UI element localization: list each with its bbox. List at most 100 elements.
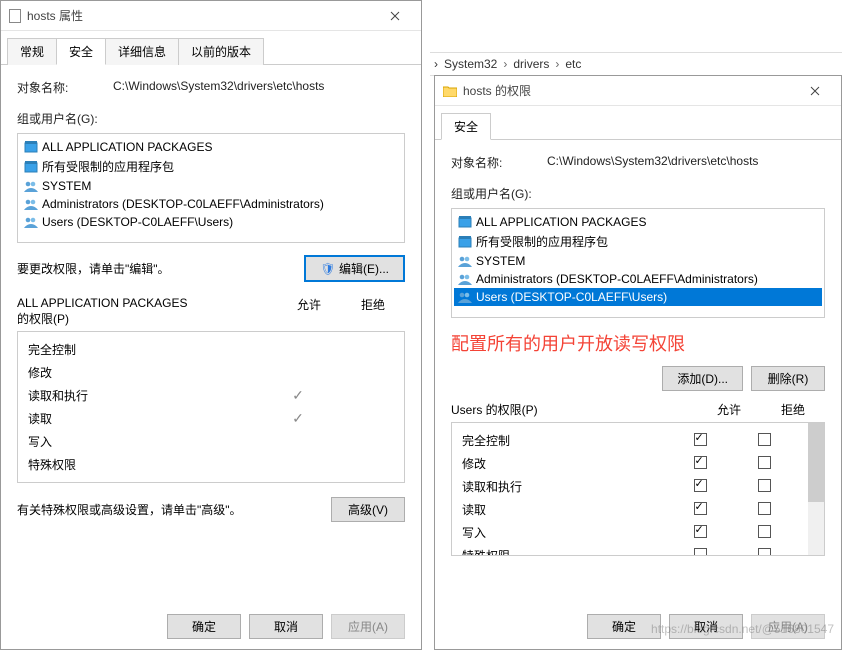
chevron-right-icon: › bbox=[503, 57, 507, 71]
permission-name: 写入 bbox=[28, 433, 266, 450]
column-allow: 允许 bbox=[277, 296, 341, 327]
permissions-dialog: hosts 的权限 安全 对象名称: C:\Windows\System32\d… bbox=[434, 75, 842, 650]
breadcrumb[interactable]: › System32 › drivers › etc bbox=[430, 52, 842, 76]
list-item-label: Administrators (DESKTOP-C0LAEFF\Administ… bbox=[476, 272, 758, 286]
permission-row: 读取 bbox=[452, 498, 806, 521]
close-icon bbox=[810, 86, 820, 96]
object-name-label: 对象名称: bbox=[17, 79, 113, 96]
list-item[interactable]: ALL APPLICATION PACKAGES bbox=[20, 138, 402, 156]
allow-checkbox[interactable] bbox=[694, 525, 707, 538]
list-item[interactable]: Administrators (DESKTOP-C0LAEFF\Administ… bbox=[20, 195, 402, 213]
deny-checkbox[interactable] bbox=[758, 456, 771, 469]
group-users-list[interactable]: ALL APPLICATION PACKAGES 所有受限制的应用程序包 SYSTE… bbox=[451, 208, 825, 318]
file-icon bbox=[9, 9, 21, 23]
cancel-button[interactable]: 取消 bbox=[249, 614, 323, 639]
list-item-label: Users (DESKTOP-C0LAEFF\Users) bbox=[42, 215, 233, 229]
list-item[interactable]: ALL APPLICATION PACKAGES bbox=[454, 213, 822, 231]
dialog-title: hosts 属性 bbox=[27, 7, 83, 24]
tab-previous[interactable]: 以前的版本 bbox=[178, 38, 264, 65]
permissions-subtitle: 的权限(P) bbox=[17, 310, 277, 327]
permission-name: 修改 bbox=[28, 364, 266, 381]
list-item[interactable]: 所有受限制的应用程序包 bbox=[454, 231, 822, 252]
apply-button[interactable]: 应用(A) bbox=[331, 614, 405, 639]
permission-row: 特殊权限 bbox=[452, 544, 806, 556]
object-name-label: 对象名称: bbox=[451, 154, 547, 171]
list-item[interactable]: Administrators (DESKTOP-C0LAEFF\Administ… bbox=[454, 270, 822, 288]
chevron-right-icon: › bbox=[555, 57, 559, 71]
list-item-label: Users (DESKTOP-C0LAEFF\Users) bbox=[476, 290, 667, 304]
permission-row: 读取✓ bbox=[18, 407, 404, 430]
advanced-button[interactable]: 高级(V) bbox=[331, 497, 405, 522]
tab-security[interactable]: 安全 bbox=[441, 113, 491, 140]
column-allow: 允许 bbox=[697, 401, 761, 418]
group-users-list[interactable]: ALL APPLICATION PACKAGES 所有受限制的应用程序包 SYSTE… bbox=[17, 133, 405, 243]
chevron-right-icon: › bbox=[434, 57, 438, 71]
list-item-label: 所有受限制的应用程序包 bbox=[42, 158, 174, 175]
shield-icon: 🛡 bbox=[320, 262, 335, 276]
object-name-value: C:\Windows\System32\drivers\etc\hosts bbox=[113, 79, 405, 96]
deny-checkbox[interactable] bbox=[758, 548, 771, 557]
permission-name: 修改 bbox=[462, 455, 668, 472]
column-deny: 拒绝 bbox=[761, 401, 825, 418]
edit-hint: 要更改权限，请单击"编辑"。 bbox=[17, 260, 170, 277]
ok-button[interactable]: 确定 bbox=[587, 614, 661, 639]
cancel-button[interactable]: 取消 bbox=[669, 614, 743, 639]
deny-checkbox[interactable] bbox=[758, 502, 771, 515]
breadcrumb-item[interactable]: etc bbox=[565, 57, 581, 71]
allow-checkbox[interactable] bbox=[694, 548, 707, 557]
tab-details[interactable]: 详细信息 bbox=[105, 38, 179, 65]
users-icon bbox=[24, 197, 38, 211]
permission-row: 读取和执行✓ bbox=[18, 384, 404, 407]
list-item-label: ALL APPLICATION PACKAGES bbox=[476, 215, 647, 229]
permission-name: 读取和执行 bbox=[462, 478, 668, 495]
list-item[interactable]: 所有受限制的应用程序包 bbox=[20, 156, 402, 177]
allow-checkbox[interactable] bbox=[694, 502, 707, 515]
close-button[interactable] bbox=[797, 79, 833, 103]
close-button[interactable] bbox=[377, 4, 413, 28]
list-item-label: 所有受限制的应用程序包 bbox=[476, 233, 608, 250]
permissions-title: ALL APPLICATION PACKAGES bbox=[17, 296, 277, 310]
dialog-title: hosts 的权限 bbox=[463, 82, 531, 99]
permission-row: 写入 bbox=[18, 430, 404, 453]
package-icon bbox=[24, 140, 38, 154]
deny-checkbox[interactable] bbox=[758, 479, 771, 492]
add-button[interactable]: 添加(D)... bbox=[662, 366, 743, 391]
allow-checkbox[interactable] bbox=[694, 456, 707, 469]
permission-row: 写入 bbox=[452, 521, 806, 544]
breadcrumb-item[interactable]: drivers bbox=[513, 57, 549, 71]
list-item[interactable]: SYSTEM bbox=[454, 252, 822, 270]
list-item-label: ALL APPLICATION PACKAGES bbox=[42, 140, 213, 154]
permission-row: 修改 bbox=[18, 361, 404, 384]
column-deny: 拒绝 bbox=[341, 296, 405, 327]
allow-checkbox[interactable] bbox=[694, 479, 707, 492]
permissions-title: Users 的权限(P) bbox=[451, 401, 697, 418]
permission-name: 写入 bbox=[462, 524, 668, 541]
check-icon: ✓ bbox=[292, 410, 304, 426]
titlebar[interactable]: hosts 属性 bbox=[1, 1, 421, 31]
permission-name: 特殊权限 bbox=[462, 547, 668, 556]
tab-security[interactable]: 安全 bbox=[56, 38, 106, 65]
permission-name: 特殊权限 bbox=[28, 456, 266, 473]
package-icon bbox=[458, 215, 472, 229]
list-item-label: SYSTEM bbox=[42, 179, 91, 193]
permission-row: 特殊权限 bbox=[18, 453, 404, 476]
ok-button[interactable]: 确定 bbox=[167, 614, 241, 639]
apply-button[interactable]: 应用(A) bbox=[751, 614, 825, 639]
tab-bar: 安全 bbox=[435, 106, 841, 140]
object-name-value: C:\Windows\System32\drivers\etc\hosts bbox=[547, 154, 825, 171]
list-item[interactable]: Users (DESKTOP-C0LAEFF\Users) bbox=[454, 288, 822, 306]
scrollbar[interactable] bbox=[808, 423, 824, 555]
allow-checkbox[interactable] bbox=[694, 433, 707, 446]
permission-name: 读取和执行 bbox=[28, 387, 266, 404]
list-item[interactable]: SYSTEM bbox=[20, 177, 402, 195]
list-item[interactable]: Users (DESKTOP-C0LAEFF\Users) bbox=[20, 213, 402, 231]
titlebar[interactable]: hosts 的权限 bbox=[435, 76, 841, 106]
deny-checkbox[interactable] bbox=[758, 433, 771, 446]
group-users-label: 组或用户名(G): bbox=[17, 110, 405, 127]
deny-checkbox[interactable] bbox=[758, 525, 771, 538]
remove-button[interactable]: 删除(R) bbox=[751, 366, 825, 391]
tab-general[interactable]: 常规 bbox=[7, 38, 57, 65]
breadcrumb-item[interactable]: System32 bbox=[444, 57, 497, 71]
permissions-table: 完全控制修改读取和执行✓读取✓写入特殊权限 bbox=[17, 331, 405, 483]
edit-button[interactable]: 🛡 编辑(E)... bbox=[304, 255, 405, 282]
